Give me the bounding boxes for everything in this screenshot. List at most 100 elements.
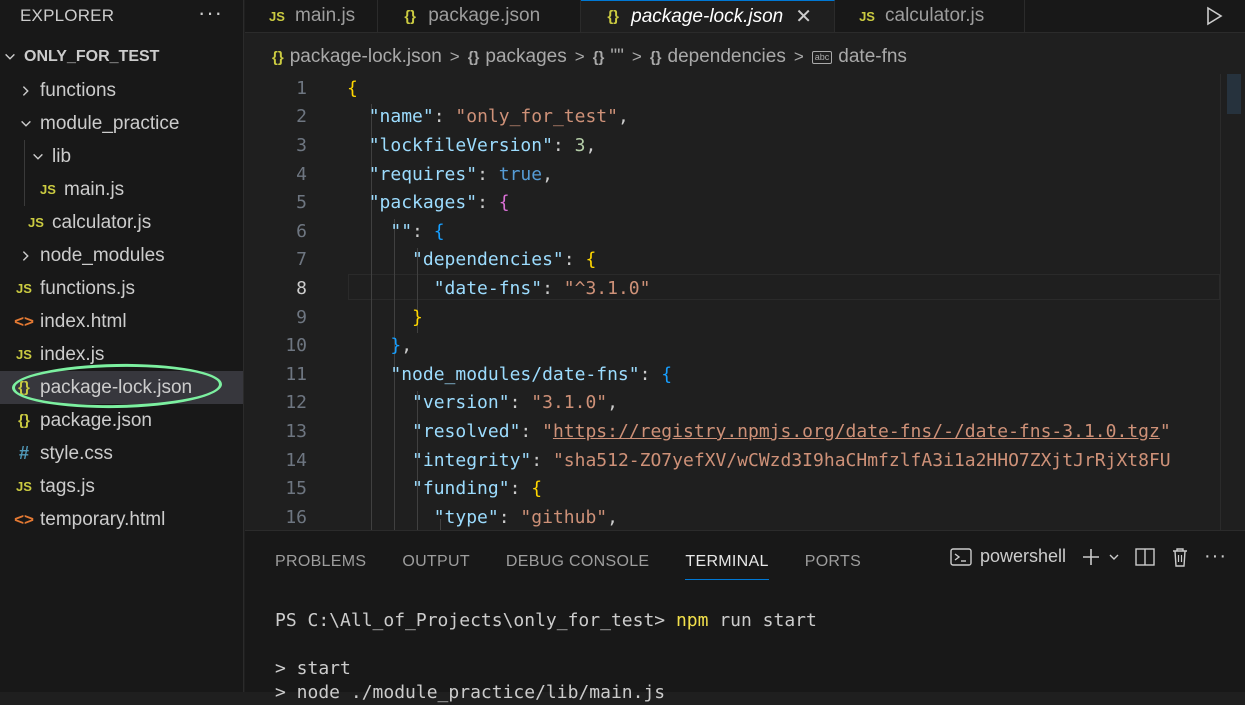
tree-item-functions-js[interactable]: JS functions.js [0,272,243,305]
terminal-output-line: > node ./module_practice/lib/main.js [275,682,666,703]
line-number: 7 [296,249,307,271]
tree-item-label: module_practice [40,112,180,134]
tree-item-functions-folder[interactable]: functions [0,74,243,107]
tab-calculator-js[interactable]: JS calculator.js [835,0,1026,32]
tree-item-module-practice-folder[interactable]: module_practice [0,107,243,140]
tree-item-main-js[interactable]: JS main.js [0,173,243,206]
tree-item-label: main.js [64,178,125,200]
breadcrumb-empty-key[interactable]: {} "" [593,46,624,68]
code-line-5: 5 "packages": { [245,188,509,217]
tab-package-lock-json[interactable]: {} package-lock.json ✕ [581,0,836,32]
code-line-1: 1 { [245,74,358,103]
tree-root-folder[interactable]: ONLY_FOR_TEST [0,40,243,74]
tab-terminal[interactable]: TERMINAL [685,545,770,580]
js-file-icon: JS [269,8,285,24]
root-folder-label: ONLY_FOR_TEST [24,48,160,65]
tab-debug-console[interactable]: DEBUG CONSOLE [506,545,650,579]
new-terminal-icon[interactable] [1080,546,1120,568]
json-number: 3 [574,134,586,156]
code-line-3: 3 "lockfileVersion": 3, [245,131,596,160]
line-number: 8 [296,277,307,299]
trash-icon[interactable] [1170,546,1190,568]
json-key: "" [390,220,413,242]
html-file-icon: <> [14,311,34,331]
vertical-scrollbar[interactable] [1220,74,1245,530]
tab-label: package-lock.json [631,5,784,27]
tree-item-lib-folder[interactable]: lib [0,140,243,173]
chevron-right-icon: > [574,47,585,66]
tree-item-style-css[interactable]: # style.css [0,437,243,470]
js-file-icon: JS [16,347,32,362]
terminal-command-name: npm [675,610,709,631]
tree-item-temporary-html[interactable]: <> temporary.html [0,503,243,536]
breadcrumb-packages[interactable]: {} packages [468,46,567,68]
js-file-icon: JS [16,281,32,296]
terminal-output-line: > start [275,658,351,679]
run-play-icon[interactable] [1203,5,1225,27]
json-string: "github" [520,506,608,528]
tab-problems[interactable]: PROBLEMS [275,545,366,579]
code-line-9: 9 } [245,303,423,332]
tab-output[interactable]: OUTPUT [402,545,470,579]
code-editor[interactable]: 1 { 2 "name": "only_for_test", 3 "lockfi… [245,74,1245,530]
tab-label: calculator.js [885,5,985,26]
js-file-icon: JS [859,8,875,24]
tree-item-label: package.json [40,409,152,431]
html-file-icon: <> [14,509,34,529]
terminal-icon [950,547,972,566]
line-number: 5 [296,192,307,214]
line-number: 14 [285,449,307,471]
code-line-4: 4 "requires": true, [245,160,553,189]
tree-item-index-html[interactable]: <> index.html [0,305,243,338]
tree-item-label: temporary.html [40,508,166,530]
tree-item-index-js[interactable]: JS index.js [0,338,243,371]
tree-item-label: style.css [40,442,113,464]
chevron-down-icon[interactable] [1108,551,1120,563]
url-link[interactable]: https://registry.npmjs.org/date-fns/-/da… [553,421,1160,442]
line-number: 15 [285,478,307,500]
json-key: "funding" [412,478,510,500]
json-file-icon: {} [272,48,284,66]
tree-item-label: calculator.js [52,211,152,233]
more-actions-icon[interactable]: ··· [198,0,223,26]
minimap[interactable] [1227,74,1241,114]
tree-item-package-json[interactable]: {} package.json [0,404,243,437]
breadcrumb: {} package-lock.json > {} packages > {} … [272,42,907,72]
chevron-down-icon [2,50,18,64]
close-icon[interactable]: ✕ [795,4,812,29]
tree-item-tags-js[interactable]: JS tags.js [0,470,243,503]
breadcrumb-dependencies[interactable]: {} dependencies [650,46,786,68]
tab-package-json[interactable]: {} package.json [378,0,582,32]
more-actions-icon[interactable]: ··· [1204,545,1227,568]
line-number: 12 [285,392,307,414]
terminal-prompt: PS C:\All_of_Projects\only_for_test> [275,610,676,631]
tree-item-calculator-js[interactable]: JS calculator.js [0,206,243,239]
panel-tabs: PROBLEMS OUTPUT DEBUG CONSOLE TERMINAL P… [275,545,861,580]
js-file-icon: JS [28,215,44,230]
tab-label: package.json [428,5,541,26]
panel-actions: powershell ··· [950,545,1227,568]
code-line-6: 6 "": { [245,217,444,246]
tab-main-js[interactable]: JS main.js [245,0,379,32]
code-line-14: 14 "integrity": "sha512-ZO7yefXV/wCWzd3I… [245,446,1170,475]
tab-ports[interactable]: PORTS [805,545,861,579]
terminal-shell-selector[interactable]: powershell [950,546,1066,567]
chevron-right-icon [18,84,34,98]
terminal-output[interactable]: PS C:\All_of_Projects\only_for_test> npm… [275,609,817,705]
split-terminal-icon[interactable] [1134,547,1156,567]
json-string: "3.1.0" [531,392,608,414]
json-key: "date-fns" [433,277,543,299]
json-key: "resolved" [412,420,521,442]
tree-item-label: index.js [40,343,105,365]
breadcrumb-file[interactable]: {} package-lock.json [272,46,442,68]
tree-item-label: lib [52,145,72,167]
tree-item-node-modules-folder[interactable]: node_modules [0,239,243,272]
bottom-panel: PROBLEMS OUTPUT DEBUG CONSOLE TERMINAL P… [245,530,1245,703]
code-line-12: 12 "version": "3.1.0", [245,389,618,418]
tree-item-package-lock-json[interactable]: {} package-lock.json [0,371,243,404]
json-key: "requires" [368,163,478,185]
breadcrumb-date-fns[interactable]: abc date-fns [811,46,907,68]
line-number: 10 [285,335,307,357]
object-icon: {} [467,48,480,66]
breadcrumb-empty-key-label: "" [610,46,624,67]
